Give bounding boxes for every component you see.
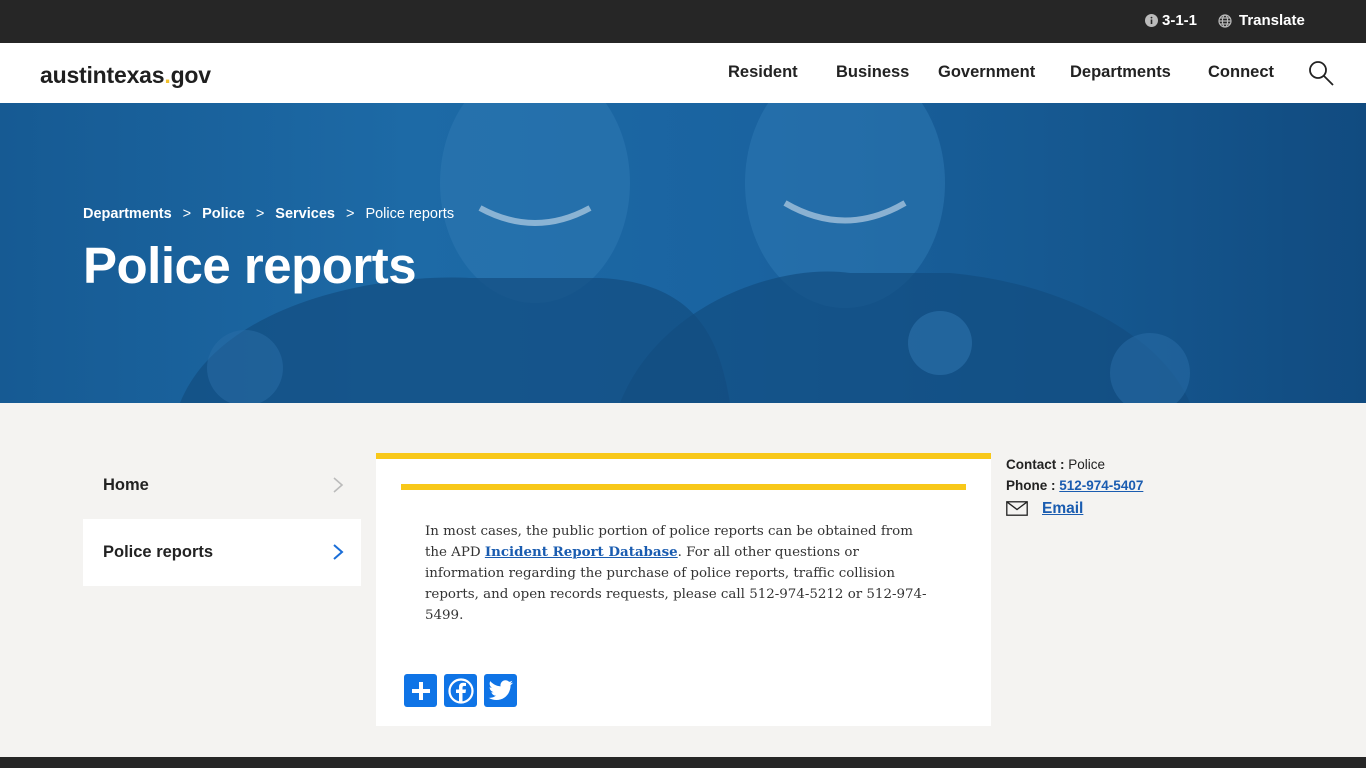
phone-311-link[interactable]: 3-1-1: [1144, 12, 1197, 29]
site-logo[interactable]: austintexas.gov: [40, 62, 211, 89]
breadcrumb: Departments > Police > Services > Police…: [83, 206, 454, 222]
footer-bar: [0, 757, 1366, 768]
twitter-icon: [488, 679, 513, 700]
share-icon: [411, 681, 430, 700]
contact-label: Contact :: [1006, 457, 1065, 472]
search-button[interactable]: [1307, 59, 1335, 87]
body-text: In most cases, the public portion of pol…: [425, 521, 935, 626]
utility-bar: 3-1-1 Translate: [0, 0, 1366, 43]
breadcrumb-separator: >: [255, 206, 265, 222]
info-icon: [1144, 14, 1158, 28]
breadcrumb-current: Police reports: [365, 206, 455, 222]
nav-connect[interactable]: Connect: [1208, 63, 1274, 82]
facebook-icon: [447, 677, 474, 704]
globe-icon: [1218, 13, 1232, 28]
logo-tld: gov: [170, 62, 211, 88]
nav-departments[interactable]: Departments: [1070, 63, 1171, 82]
sidenav-item-home[interactable]: Home: [83, 452, 361, 519]
facebook-share-button[interactable]: [444, 674, 477, 707]
logo-name: austintexas: [40, 62, 165, 88]
nav-government[interactable]: Government: [938, 63, 1035, 82]
translate-label: Translate: [1239, 12, 1305, 29]
search-icon: [1309, 61, 1334, 86]
incident-report-database-link[interactable]: Incident Report Database: [485, 544, 678, 560]
contact-row: Contact : Police: [1006, 454, 1143, 475]
translate-button[interactable]: Translate: [1218, 12, 1305, 29]
sidenav-item-label: Police reports: [103, 543, 214, 561]
contact-value: Police: [1068, 457, 1106, 472]
share-buttons: [404, 674, 524, 707]
phone-row: Phone : 512-974-5407: [1006, 475, 1143, 496]
nav-resident[interactable]: Resident: [728, 63, 798, 82]
content-card: In most cases, the public portion of pol…: [376, 453, 991, 726]
main-header: austintexas.gov Resident Business Govern…: [0, 43, 1366, 103]
phone-link[interactable]: 512-974-5407: [1059, 478, 1143, 493]
breadcrumb-separator: >: [182, 206, 192, 222]
nav-business[interactable]: Business: [836, 63, 909, 82]
breadcrumb-police[interactable]: Police: [202, 206, 245, 222]
sidenav-item-police-reports[interactable]: Police reports: [83, 519, 361, 586]
page-title: Police reports: [83, 237, 417, 294]
breadcrumb-services[interactable]: Services: [275, 206, 335, 222]
share-button[interactable]: [404, 674, 437, 707]
side-nav: Home Police reports: [83, 452, 361, 586]
email-link[interactable]: Email: [1042, 500, 1083, 518]
phone-311-label: 3-1-1: [1162, 12, 1198, 29]
breadcrumb-departments[interactable]: Departments: [83, 206, 172, 222]
email-row: Email: [1006, 498, 1143, 519]
breadcrumb-separator: >: [345, 206, 355, 222]
phone-label: Phone :: [1006, 478, 1056, 493]
chevron-right-icon: [333, 544, 344, 560]
chevron-right-icon: [333, 477, 344, 493]
hero-banner: Departments > Police > Services > Police…: [0, 103, 1366, 403]
accent-divider: [401, 484, 966, 490]
sidenav-item-label: Home: [103, 476, 149, 494]
contact-info: Contact : Police Phone : 512-974-5407 Em…: [1006, 454, 1143, 519]
envelope-icon: [1006, 501, 1028, 516]
twitter-share-button[interactable]: [484, 674, 517, 707]
